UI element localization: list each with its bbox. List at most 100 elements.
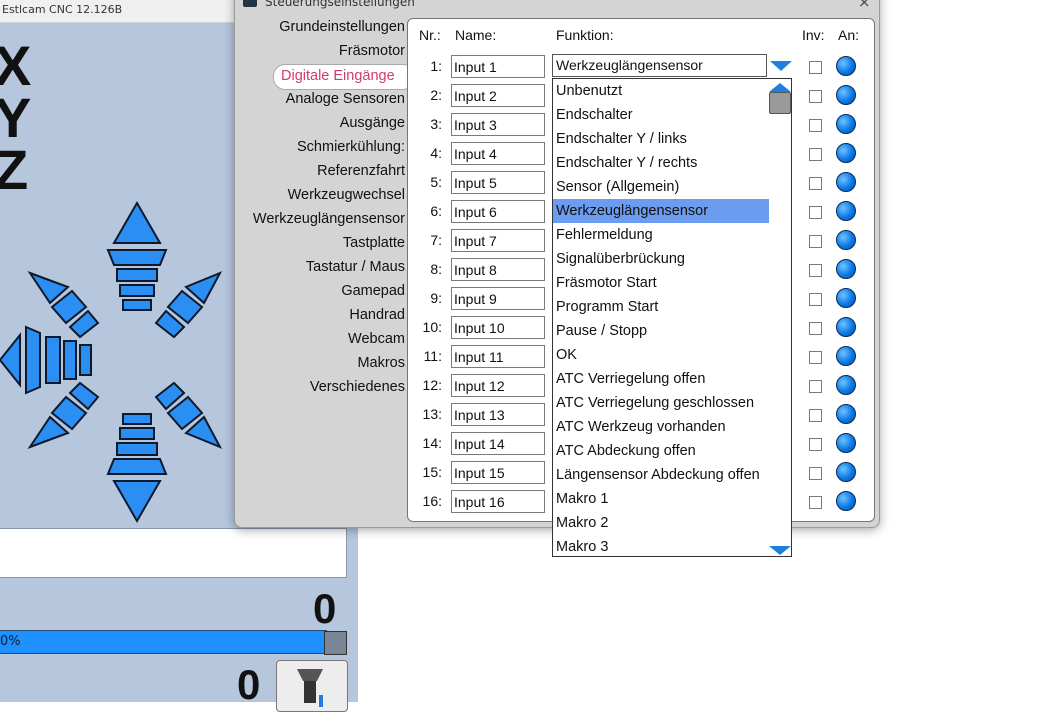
input-name-field[interactable]: Input 4 — [451, 142, 545, 165]
dropdown-option[interactable]: Längensensor Abdeckung offen — [553, 463, 769, 487]
function-dropdown-list[interactable]: Makro 3 Makro 2 Makro 1 Längensensor Abdeck… — [552, 78, 792, 557]
input-name-field[interactable]: Input 6 — [451, 200, 545, 223]
function-select[interactable]: Werkzeuglängensensor — [552, 54, 767, 77]
invert-checkbox[interactable] — [809, 264, 822, 277]
input-name-field[interactable]: Input 1 — [451, 55, 545, 78]
input-name-field[interactable]: Input 12 — [451, 374, 545, 397]
scroll-down-icon[interactable] — [769, 546, 791, 555]
row-number: 15: — [422, 464, 442, 480]
row-number: 11: — [423, 348, 442, 364]
invert-checkbox[interactable] — [809, 206, 822, 219]
row-number: 16: — [422, 493, 442, 509]
input-name-field[interactable]: Input 15 — [451, 461, 545, 484]
input-name-field[interactable]: Input 2 — [451, 84, 545, 107]
nav-tastatur-maus[interactable]: Tastatur / Maus — [306, 259, 405, 275]
input-name-field[interactable]: Input 11 — [451, 345, 545, 368]
row-number: 8: — [430, 261, 442, 277]
jog-up-arrow — [106, 200, 168, 311]
row-number: 7: — [430, 232, 442, 248]
dropdown-option[interactable]: Sensor (Allgemein) — [553, 175, 769, 199]
nav-grundeinstellungen[interactable]: Grundeinstellungen — [279, 19, 405, 35]
invert-checkbox[interactable] — [809, 322, 822, 335]
nav-schmierkuehlung[interactable]: Schmierkühlung: — [297, 139, 405, 155]
dropdown-option[interactable]: Pause / Stopp — [553, 319, 769, 343]
invert-checkbox[interactable] — [809, 467, 822, 480]
input-name-field[interactable]: Input 16 — [451, 490, 545, 513]
scrollbar-thumb[interactable] — [769, 92, 791, 114]
invert-checkbox[interactable] — [809, 380, 822, 393]
nav-makros[interactable]: Makros — [357, 355, 405, 371]
dropdown-option[interactable]: Fehlermeldung — [553, 223, 769, 247]
jog-control[interactable] — [0, 195, 240, 525]
invert-checkbox[interactable] — [809, 293, 822, 306]
nav-fraesmotor[interactable]: Fräsmotor — [339, 43, 405, 59]
dropdown-option[interactable]: Makro 3 — [553, 535, 769, 559]
dropdown-option[interactable]: Programm Start — [553, 295, 769, 319]
status-led-icon — [836, 201, 856, 221]
nav-digitale-eingaenge[interactable]: Digitale Eingänge — [273, 64, 415, 90]
status-led-icon — [836, 317, 856, 337]
input-name-field[interactable]: Input 5 — [451, 171, 545, 194]
input-name-field[interactable]: Input 9 — [451, 287, 545, 310]
readout-top: 0 — [313, 585, 337, 632]
dropdown-option[interactable]: ATC Verriegelung offen — [553, 367, 769, 391]
invert-checkbox[interactable] — [809, 119, 822, 132]
dropdown-option[interactable]: OK — [553, 343, 769, 367]
invert-checkbox[interactable] — [809, 438, 822, 451]
main-window-title: Estlcam CNC 12.126B — [2, 3, 123, 16]
invert-checkbox[interactable] — [809, 61, 822, 74]
input-name-field[interactable]: Input 13 — [451, 403, 545, 426]
input-name-field[interactable]: Input 8 — [451, 258, 545, 281]
input-name-field[interactable]: Input 7 — [451, 229, 545, 252]
dropdown-option[interactable]: Werkzeuglängensensor — [553, 199, 769, 223]
dropdown-option[interactable]: ATC Werkzeug vorhanden — [553, 415, 769, 439]
progress-bar-end — [324, 631, 347, 655]
nav-werkzeugwechsel[interactable]: Werkzeugwechsel — [288, 187, 405, 203]
dropdown-option[interactable]: Endschalter — [553, 103, 769, 127]
status-led-icon — [836, 114, 856, 134]
invert-checkbox[interactable] — [809, 409, 822, 422]
nav-referenzfahrt[interactable]: Referenzfahrt — [317, 163, 405, 179]
input-name-field[interactable]: Input 14 — [451, 432, 545, 455]
nav-handrad[interactable]: Handrad — [349, 307, 405, 323]
status-led-icon — [836, 288, 856, 308]
invert-checkbox[interactable] — [809, 496, 822, 509]
nav-active-label: Digitale Eingänge — [281, 68, 395, 84]
tool-button[interactable] — [276, 660, 348, 712]
scroll-up-icon[interactable] — [769, 83, 791, 92]
dropdown-option[interactable]: ATC Abdeckung offen — [553, 439, 769, 463]
invert-checkbox[interactable] — [809, 351, 822, 364]
invert-checkbox[interactable] — [809, 177, 822, 190]
dropdown-option[interactable]: Makro 1 — [553, 487, 769, 511]
status-led-icon — [836, 259, 856, 279]
nav-gamepad[interactable]: Gamepad — [341, 283, 405, 299]
dropdown-option[interactable]: Makro 2 — [553, 511, 769, 535]
invert-checkbox[interactable] — [809, 235, 822, 248]
input-name-field[interactable]: Input 10 — [451, 316, 545, 339]
dropdown-option[interactable]: Endschalter Y / links — [553, 127, 769, 151]
nav-ausgaenge[interactable]: Ausgänge — [340, 115, 405, 131]
dropdown-option[interactable]: Endschalter Y / rechts — [553, 151, 769, 175]
status-led-icon — [836, 172, 856, 192]
dropdown-option[interactable]: ATC Verriegelung geschlossen — [553, 391, 769, 415]
nav-verschiedenes[interactable]: Verschiedenes — [310, 379, 405, 395]
row-number: 9: — [430, 290, 442, 306]
dropdown-option[interactable]: Fräsmotor Start — [553, 271, 769, 295]
input-name-field[interactable]: Input 3 — [451, 113, 545, 136]
jog-downright-arrow — [154, 381, 223, 449]
chevron-down-icon[interactable] — [770, 61, 792, 71]
close-icon[interactable]: × — [858, 0, 871, 11]
invert-checkbox[interactable] — [809, 148, 822, 161]
nav-werkzeuglaengensensor[interactable]: Werkzeuglängensensor — [253, 211, 405, 227]
dropdown-option[interactable]: Unbenutzt — [553, 79, 769, 103]
invert-checkbox[interactable] — [809, 90, 822, 103]
nav-webcam[interactable]: Webcam — [348, 331, 405, 347]
dropdown-option[interactable]: Signalüberbrückung — [553, 247, 769, 271]
jog-down-arrow — [106, 413, 168, 524]
nav-tastplatte[interactable]: Tastplatte — [343, 235, 405, 251]
function-select-value: Werkzeuglängensensor — [556, 57, 703, 73]
header-an: An: — [838, 27, 860, 43]
progress-text: 0% — [0, 634, 21, 649]
jog-upright-arrow — [154, 271, 223, 339]
nav-analoge-sensoren[interactable]: Analoge Sensoren — [286, 91, 405, 107]
